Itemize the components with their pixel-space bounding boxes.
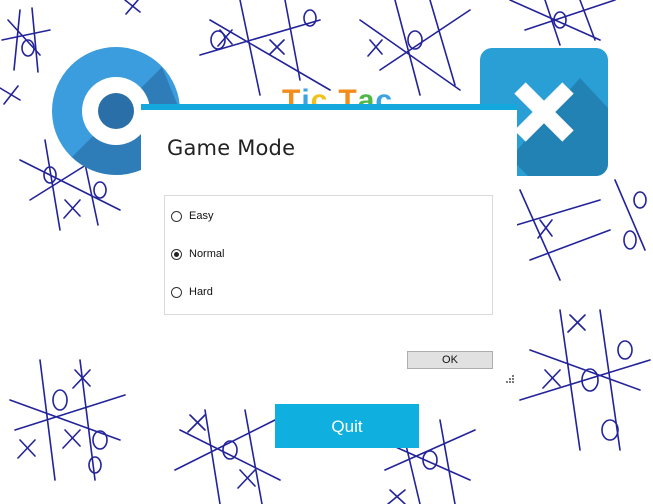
radio-easy[interactable]: Easy <box>171 207 213 225</box>
radio-easy-indicator[interactable] <box>171 210 182 222</box>
radio-normal-label: Normal <box>189 248 225 260</box>
resize-grip-icon[interactable] <box>503 375 515 385</box>
difficulty-group: Easy Normal Hard <box>164 195 493 315</box>
radio-normal[interactable]: Normal <box>171 245 224 263</box>
quit-button[interactable]: Quit <box>275 404 419 448</box>
radio-hard[interactable]: Hard <box>171 283 213 301</box>
radio-hard-label: Hard <box>189 286 213 298</box>
radio-easy-label: Easy <box>189 210 214 222</box>
ok-button[interactable]: OK <box>407 351 493 369</box>
radio-normal-indicator[interactable] <box>171 248 182 260</box>
radio-hard-indicator[interactable] <box>171 286 182 298</box>
game-mode-dialog: Game Mode Easy Normal Hard OK <box>141 104 517 380</box>
dialog-title: Game Mode <box>167 136 296 160</box>
